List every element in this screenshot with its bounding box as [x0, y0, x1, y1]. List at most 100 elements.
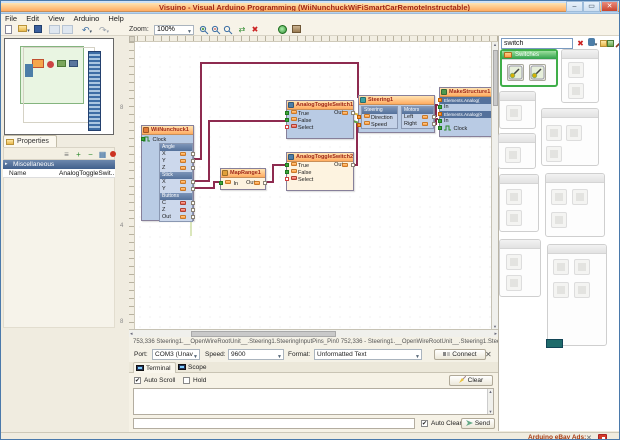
- tab-properties[interactable]: Properties: [3, 135, 57, 147]
- block-maprange1[interactable]: MapRange1 In Out: [220, 168, 266, 190]
- pin-row[interactable]: C: [160, 200, 192, 207]
- connect-button[interactable]: Connect: [434, 349, 486, 360]
- menu-file[interactable]: File: [5, 14, 17, 24]
- speed-select[interactable]: 9600▼: [228, 349, 284, 360]
- out-pin[interactable]: [191, 215, 195, 219]
- in-pin[interactable]: [285, 163, 289, 167]
- block-wiinunchuck1[interactable]: WiiNunchuck1 Clock Angle X Y Z Stick X Y…: [141, 125, 194, 221]
- pin-icon[interactable]: [110, 150, 119, 159]
- pin-row[interactable]: Y: [160, 186, 192, 193]
- out-pin[interactable]: [191, 201, 195, 205]
- send-button[interactable]: Send: [461, 418, 495, 429]
- tab-terminal[interactable]: Terminal: [133, 362, 176, 373]
- in-pin-digital[interactable]: [285, 125, 289, 129]
- menu-help[interactable]: Help: [108, 14, 123, 24]
- canvas-vscrollbar[interactable]: ▲▼: [491, 42, 498, 329]
- zoom-actual-icon[interactable]: [223, 25, 233, 35]
- out-pin[interactable]: [191, 180, 195, 184]
- in-pin[interactable]: [285, 170, 289, 174]
- settings-wrench-icon[interactable]: [614, 38, 620, 49]
- format-select[interactable]: Unformatted Text▼: [314, 349, 422, 360]
- close-ads-icon[interactable]: ✕: [586, 434, 592, 440]
- zoom-out-icon[interactable]: [211, 25, 221, 35]
- in-pin[interactable]: [285, 118, 289, 122]
- property-row-name[interactable]: Name AnalogToggleSwit...: [3, 169, 115, 178]
- zoom-in-icon[interactable]: [199, 25, 209, 35]
- expand-all-icon[interactable]: +: [74, 150, 83, 159]
- in-pin[interactable]: [438, 105, 442, 109]
- toolbox-search-input[interactable]: [501, 38, 573, 49]
- out-pin[interactable]: [432, 122, 436, 126]
- in-pin[interactable]: [285, 111, 289, 115]
- in-pin-analog[interactable]: [438, 98, 442, 102]
- in-pin[interactable]: [438, 119, 442, 123]
- property-value[interactable]: AnalogToggleSwit...: [59, 169, 114, 178]
- category-switches[interactable]: Switches: [500, 49, 558, 87]
- delete-icon[interactable]: ✖: [250, 25, 260, 35]
- auto-scroll-checkbox[interactable]: ✔: [134, 377, 141, 384]
- direction-in-pin[interactable]: [357, 115, 361, 119]
- maximize-button[interactable]: ▭: [583, 1, 600, 12]
- canvas-hscrollbar[interactable]: ◂▸: [129, 329, 498, 337]
- out-pin[interactable]: [351, 111, 355, 115]
- view-mode-icon[interactable]: ▾: [586, 38, 599, 49]
- ad-badge-icon[interactable]: [598, 434, 607, 440]
- block-analogtoggleswitch2[interactable]: AnalogToggleSwitch2 True Out False Selec…: [286, 152, 354, 191]
- out-pin[interactable]: [191, 208, 195, 212]
- collapse-all-icon[interactable]: −: [86, 150, 95, 159]
- pin-row[interactable]: Y: [160, 158, 192, 165]
- clock-pin-square[interactable]: [141, 137, 145, 141]
- speed-in-pin[interactable]: [357, 123, 361, 127]
- pin-row-out[interactable]: Out: [160, 214, 192, 221]
- in-pin-digital[interactable]: [285, 177, 289, 181]
- clear-button[interactable]: Clear: [449, 375, 493, 386]
- out-pin[interactable]: [351, 163, 355, 167]
- panel-layout-b-icon[interactable]: [62, 25, 74, 35]
- build-icon[interactable]: [278, 25, 288, 35]
- menu-view[interactable]: View: [48, 14, 64, 24]
- categorized-icon[interactable]: ▦: [98, 150, 107, 159]
- component-toggle-switch[interactable]: [507, 64, 524, 81]
- upload-package-icon[interactable]: [292, 25, 302, 35]
- auto-clear-checkbox[interactable]: ✔: [421, 420, 428, 427]
- out-pin[interactable]: [263, 181, 267, 185]
- save-project-icon[interactable]: [34, 25, 43, 35]
- in-pin[interactable]: [219, 181, 223, 185]
- terminal-scrollbar[interactable]: ▲▼: [487, 389, 493, 414]
- block-steering1[interactable]: Steering1 Steering Direction Speed Motor…: [358, 95, 435, 133]
- undo-icon[interactable]: ↶▾: [80, 25, 94, 35]
- serial-settings-icon[interactable]: ✕: [485, 350, 492, 359]
- component-toggle-switch[interactable]: [529, 64, 546, 81]
- clear-search-icon[interactable]: ✖: [576, 38, 585, 49]
- in-pin-analog[interactable]: [438, 112, 442, 116]
- menu-arduino[interactable]: Arduino: [73, 14, 99, 24]
- out-pin[interactable]: [432, 115, 436, 119]
- close-button[interactable]: ✕: [601, 1, 618, 12]
- new-document-icon[interactable]: [5, 25, 14, 35]
- block-makestructure1[interactable]: MakeStructure1 Elements.Analog( In Eleme…: [439, 87, 492, 137]
- menu-edit[interactable]: Edit: [26, 14, 39, 24]
- hold-checkbox[interactable]: [183, 377, 190, 384]
- pin-row[interactable]: X: [160, 151, 192, 158]
- block-analogtoggleswitch1[interactable]: AnalogToggleSwitch1 True Out False Selec…: [286, 100, 354, 139]
- tab-scope[interactable]: Scope: [176, 362, 210, 373]
- out-pin[interactable]: [191, 152, 195, 156]
- minimize-button[interactable]: –: [566, 1, 583, 12]
- panel-layout-a-icon[interactable]: [49, 25, 61, 35]
- zoom-select[interactable]: 100% ▼: [154, 25, 194, 35]
- terminal-output[interactable]: ▲▼: [133, 388, 494, 415]
- property-category-row[interactable]: ▸ Miscellaneous: [3, 160, 115, 169]
- clock-pin-square[interactable]: [438, 126, 442, 130]
- out-pin[interactable]: [191, 166, 195, 170]
- pin-row[interactable]: Z: [160, 165, 192, 172]
- pin-row[interactable]: Z: [160, 207, 192, 214]
- out-pin[interactable]: [191, 187, 195, 191]
- category-header[interactable]: Switches: [502, 51, 556, 60]
- out-pin[interactable]: [191, 159, 195, 163]
- open-project-icon[interactable]: ▾: [17, 25, 31, 35]
- arrange-icon[interactable]: ≡: [62, 150, 71, 159]
- overview-minimap[interactable]: [4, 38, 114, 135]
- terminal-input[interactable]: [133, 418, 415, 429]
- port-select[interactable]: COM3 (Unav▼: [152, 349, 200, 360]
- refresh-icon[interactable]: ⇄: [237, 25, 247, 35]
